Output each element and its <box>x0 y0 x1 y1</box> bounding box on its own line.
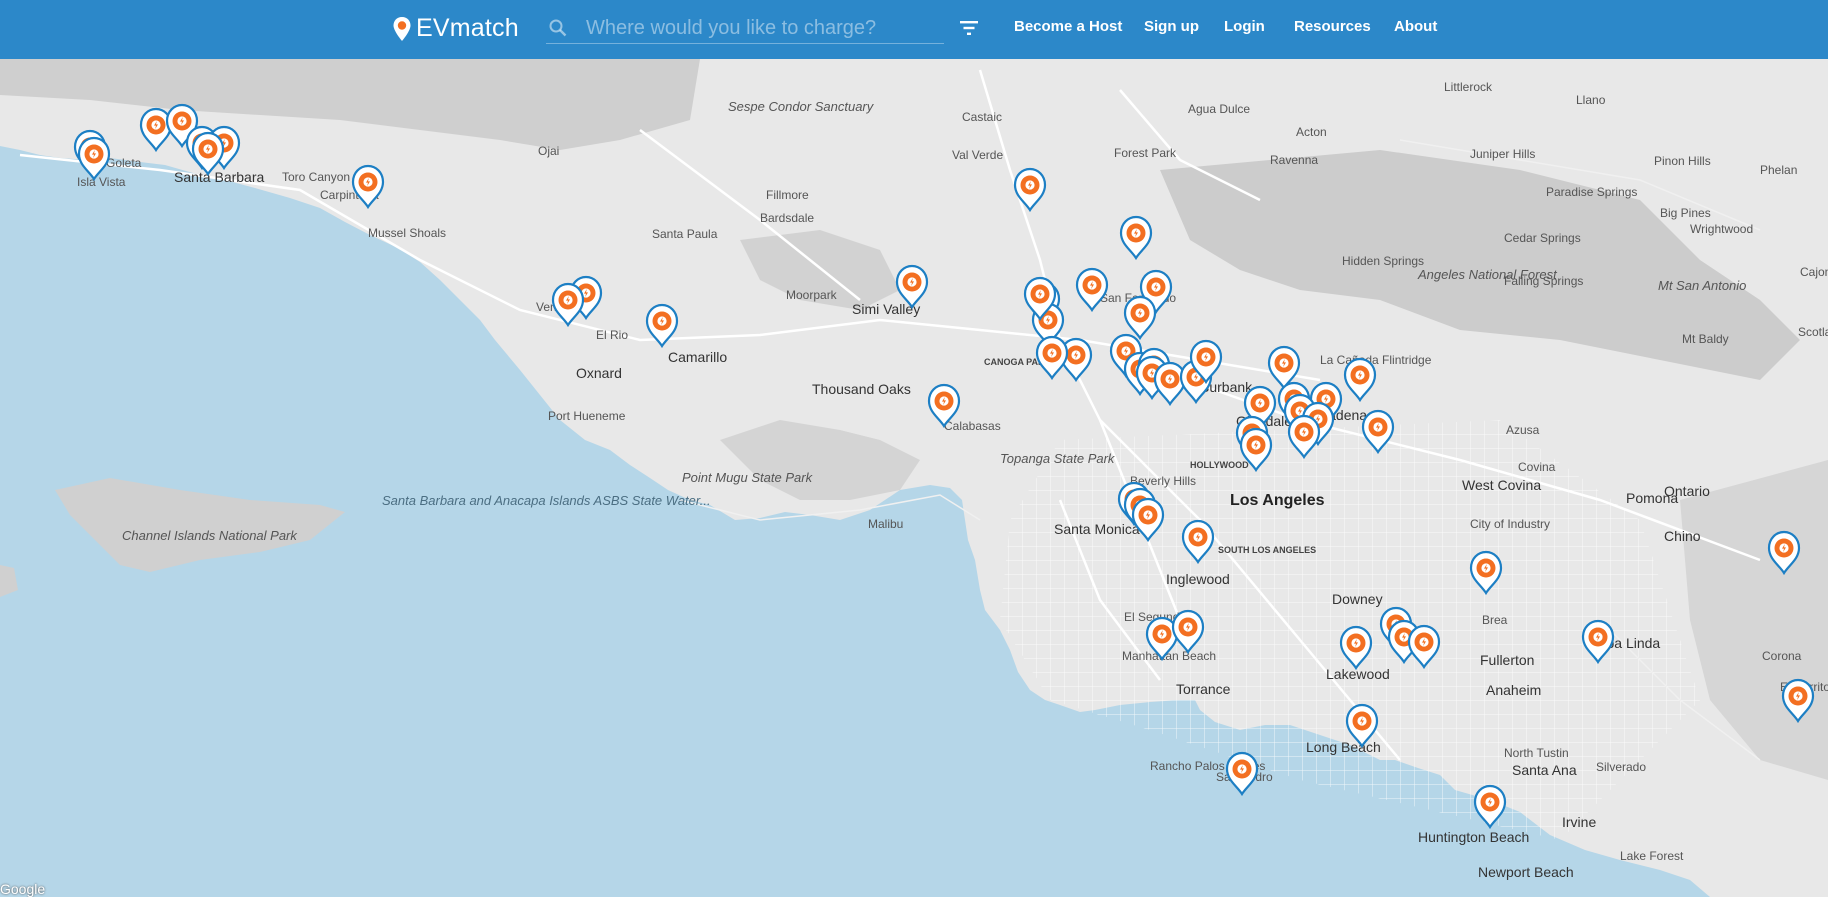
svg-text:Ravenna: Ravenna <box>1270 153 1318 167</box>
svg-text:Scotland: Scotland <box>1798 325 1828 339</box>
svg-text:Pomona: Pomona <box>1626 490 1678 506</box>
svg-text:El Rio: El Rio <box>596 328 628 342</box>
charging-station-marker[interactable] <box>77 136 111 181</box>
svg-text:Lake Forest: Lake Forest <box>1620 849 1684 863</box>
svg-text:Downey: Downey <box>1332 591 1383 607</box>
svg-text:North Tustin: North Tustin <box>1504 746 1569 760</box>
login-link[interactable]: Login <box>1224 18 1265 35</box>
svg-text:West Covina: West Covina <box>1462 477 1541 493</box>
location-pin-icon <box>393 16 411 41</box>
svg-text:Brea: Brea <box>1482 613 1508 627</box>
svg-text:Chino: Chino <box>1664 528 1701 544</box>
svg-text:Acton: Acton <box>1296 125 1327 139</box>
svg-text:Phelan: Phelan <box>1760 163 1797 177</box>
svg-text:Lakewood: Lakewood <box>1326 666 1390 682</box>
svg-text:Moorpark: Moorpark <box>786 288 838 302</box>
svg-text:Newport Beach: Newport Beach <box>1478 864 1574 880</box>
svg-text:City of Industry: City of Industry <box>1470 517 1550 531</box>
evmatch-logo[interactable]: EVmatch <box>392 14 519 43</box>
svg-text:Covina: Covina <box>1518 460 1556 474</box>
svg-text:Thousand Oaks: Thousand Oaks <box>812 381 911 397</box>
sea-label: Santa Barbara and Anacapa Islands ASBS S… <box>382 493 711 508</box>
brand-name: EVmatch <box>416 14 519 42</box>
map-view[interactable]: Los Angeles Santa Barbara Goleta Isla Vi… <box>0 59 1828 897</box>
svg-text:Santa Paula: Santa Paula <box>652 227 718 241</box>
svg-text:Topanga State Park: Topanga State Park <box>1000 451 1116 466</box>
resources-link[interactable]: Resources <box>1294 18 1371 35</box>
top-nav-bar: EVmatch Become a Host Sign up Login Reso… <box>0 0 1828 59</box>
search-icon[interactable] <box>548 18 568 38</box>
svg-text:Camarillo: Camarillo <box>668 349 727 365</box>
svg-text:Paradise Springs: Paradise Springs <box>1546 185 1637 199</box>
svg-text:Calabasas: Calabasas <box>944 419 1001 433</box>
search-box <box>546 13 944 44</box>
svg-text:Malibu: Malibu <box>868 517 903 531</box>
svg-text:Corona: Corona <box>1762 649 1802 663</box>
svg-text:Wrightwood: Wrightwood <box>1690 222 1753 236</box>
svg-text:Goleta: Goleta <box>106 156 142 170</box>
svg-text:Inglewood: Inglewood <box>1166 571 1230 587</box>
svg-text:Hidden Springs: Hidden Springs <box>1342 254 1424 268</box>
become-a-host-link[interactable]: Become a Host <box>1014 18 1122 35</box>
filter-icon[interactable] <box>958 19 980 37</box>
svg-text:Pinon Hills: Pinon Hills <box>1654 154 1711 168</box>
svg-text:Cajon: Cajon <box>1800 265 1828 279</box>
svg-text:Ojai: Ojai <box>538 144 559 158</box>
charging-station-marker[interactable] <box>1225 751 1259 796</box>
svg-text:Bardsdale: Bardsdale <box>760 211 814 225</box>
svg-text:Irvine: Irvine <box>1562 814 1596 830</box>
svg-text:Point Mugu State Park: Point Mugu State Park <box>682 470 814 485</box>
svg-text:Sespe Condor Sanctuary: Sespe Condor Sanctuary <box>728 99 875 114</box>
svg-text:Cedar Springs: Cedar Springs <box>1504 231 1581 245</box>
svg-text:Huntington Beach: Huntington Beach <box>1418 829 1529 845</box>
map-label-los-angeles: Los Angeles <box>1230 492 1325 509</box>
svg-text:Isla Vista: Isla Vista <box>77 175 126 189</box>
about-link[interactable]: About <box>1394 18 1437 35</box>
svg-text:Santa Barbara: Santa Barbara <box>174 169 264 185</box>
map-canvas[interactable]: Los Angeles Santa Barbara Goleta Isla Vi… <box>0 59 1828 897</box>
svg-text:Anaheim: Anaheim <box>1486 682 1541 698</box>
svg-text:Llano: Llano <box>1576 93 1606 107</box>
svg-text:Port Hueneme: Port Hueneme <box>548 409 626 423</box>
svg-text:Silverado: Silverado <box>1596 760 1646 774</box>
svg-text:Torrance: Torrance <box>1176 681 1231 697</box>
svg-text:Mt San Antonio: Mt San Antonio <box>1658 278 1746 293</box>
svg-text:Fullerton: Fullerton <box>1480 652 1534 668</box>
svg-text:Long Beach: Long Beach <box>1306 739 1381 755</box>
svg-text:Agua Dulce: Agua Dulce <box>1188 102 1250 116</box>
svg-text:La Cañada Flintridge: La Cañada Flintridge <box>1320 353 1432 367</box>
svg-text:Forest Park: Forest Park <box>1114 146 1177 160</box>
svg-text:Val Verde: Val Verde <box>952 148 1003 162</box>
channel-island <box>55 478 345 572</box>
svg-text:Littlerock: Littlerock <box>1444 80 1493 94</box>
svg-text:Channel Islands National Park: Channel Islands National Park <box>122 528 298 543</box>
svg-text:Mussel Shoals: Mussel Shoals <box>368 226 446 240</box>
svg-text:Angeles National Forest: Angeles National Forest <box>1417 267 1558 282</box>
svg-text:SOUTH LOS ANGELES: SOUTH LOS ANGELES <box>1218 545 1316 555</box>
sign-up-link[interactable]: Sign up <box>1144 18 1199 35</box>
google-attribution[interactable]: Google <box>0 881 45 897</box>
svg-text:Castaic: Castaic <box>962 110 1002 124</box>
svg-text:Santa Ana: Santa Ana <box>1512 762 1577 778</box>
svg-text:Mt Baldy: Mt Baldy <box>1682 332 1729 346</box>
svg-text:Juniper Hills: Juniper Hills <box>1470 147 1535 161</box>
svg-text:HOLLYWOOD: HOLLYWOOD <box>1190 460 1249 470</box>
svg-text:Azusa: Azusa <box>1506 423 1540 437</box>
search-input[interactable] <box>584 15 938 41</box>
channel-island <box>0 565 18 597</box>
svg-text:Big Pines: Big Pines <box>1660 206 1711 220</box>
svg-text:Oxnard: Oxnard <box>576 365 622 381</box>
svg-text:Santa Monica: Santa Monica <box>1054 521 1140 537</box>
svg-text:Toro Canyon: Toro Canyon <box>282 170 350 184</box>
svg-text:Fillmore: Fillmore <box>766 188 809 202</box>
